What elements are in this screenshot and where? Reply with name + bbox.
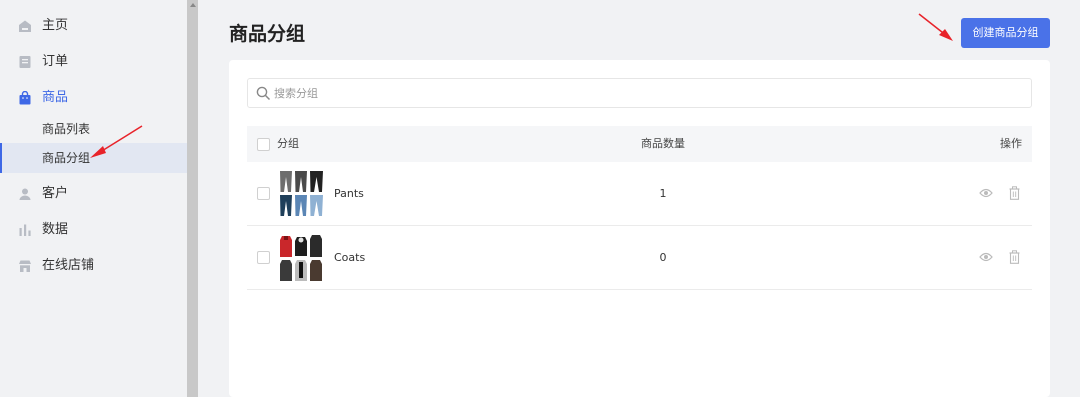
column-header-actions: 操作	[1000, 137, 1022, 150]
search-input[interactable]	[274, 79, 1014, 107]
search-icon	[256, 86, 271, 101]
sidebar-subitem-label: 商品分组	[42, 151, 91, 165]
pants-thumbnail	[278, 170, 325, 218]
group-name[interactable]: Pants	[334, 162, 364, 226]
table-row: Pants 1	[247, 162, 1032, 226]
product-count: 1	[659, 187, 667, 200]
sidebar-item-home[interactable]: 主页	[0, 8, 187, 44]
sidebar-item-label: 订单	[42, 54, 69, 69]
group-name[interactable]: Coats	[334, 226, 365, 290]
annotation-arrow-icon	[918, 13, 953, 41]
content-panel: 分组 商品数量 操作 Pants 1	[229, 60, 1050, 397]
page-title: 商品分组	[229, 23, 306, 45]
sidebar: 主页 订单 商品 商品列表 商品分组 客户 数据 在线店铺	[0, 0, 187, 397]
select-all-checkbox[interactable]	[257, 138, 270, 151]
bar-chart-icon	[19, 224, 31, 236]
store-icon	[19, 260, 31, 272]
scroll-up-arrow-icon[interactable]	[190, 3, 196, 7]
view-eye-icon[interactable]	[979, 251, 993, 263]
sidebar-subitem-product-groups[interactable]: 商品分组	[0, 143, 187, 173]
sidebar-item-data[interactable]: 数据	[0, 212, 187, 248]
sidebar-item-label: 商品	[42, 90, 69, 105]
view-eye-icon[interactable]	[979, 187, 993, 199]
shopping-bag-icon	[19, 91, 31, 105]
order-icon	[19, 56, 31, 68]
row-checkbox[interactable]	[257, 187, 270, 200]
sidebar-scrollbar[interactable]	[187, 0, 198, 397]
product-count: 0	[659, 251, 667, 264]
sidebar-subitem-product-list[interactable]: 商品列表	[0, 114, 187, 144]
sidebar-item-label: 在线店铺	[42, 258, 95, 273]
sidebar-item-products[interactable]: 商品	[0, 80, 187, 116]
table-header: 分组 商品数量 操作	[247, 126, 1032, 162]
sidebar-item-label: 客户	[42, 186, 69, 201]
delete-trash-icon[interactable]	[1009, 186, 1020, 200]
delete-trash-icon[interactable]	[1009, 250, 1020, 264]
sidebar-item-label: 主页	[42, 18, 69, 33]
create-group-button[interactable]: 创建商品分组	[961, 18, 1050, 48]
home-icon	[19, 20, 31, 32]
user-icon	[19, 188, 31, 200]
sidebar-subitem-label: 商品列表	[42, 122, 91, 136]
column-header-count: 商品数量	[641, 137, 685, 150]
table-row: Coats 0	[247, 226, 1032, 290]
row-checkbox[interactable]	[257, 251, 270, 264]
sidebar-item-online-store[interactable]: 在线店铺	[0, 248, 187, 284]
coats-thumbnail	[278, 234, 325, 282]
search-box[interactable]	[247, 78, 1032, 108]
column-header-group: 分组	[277, 137, 299, 150]
sidebar-item-customers[interactable]: 客户	[0, 176, 187, 212]
sidebar-item-label: 数据	[42, 222, 69, 237]
sidebar-item-orders[interactable]: 订单	[0, 44, 187, 80]
